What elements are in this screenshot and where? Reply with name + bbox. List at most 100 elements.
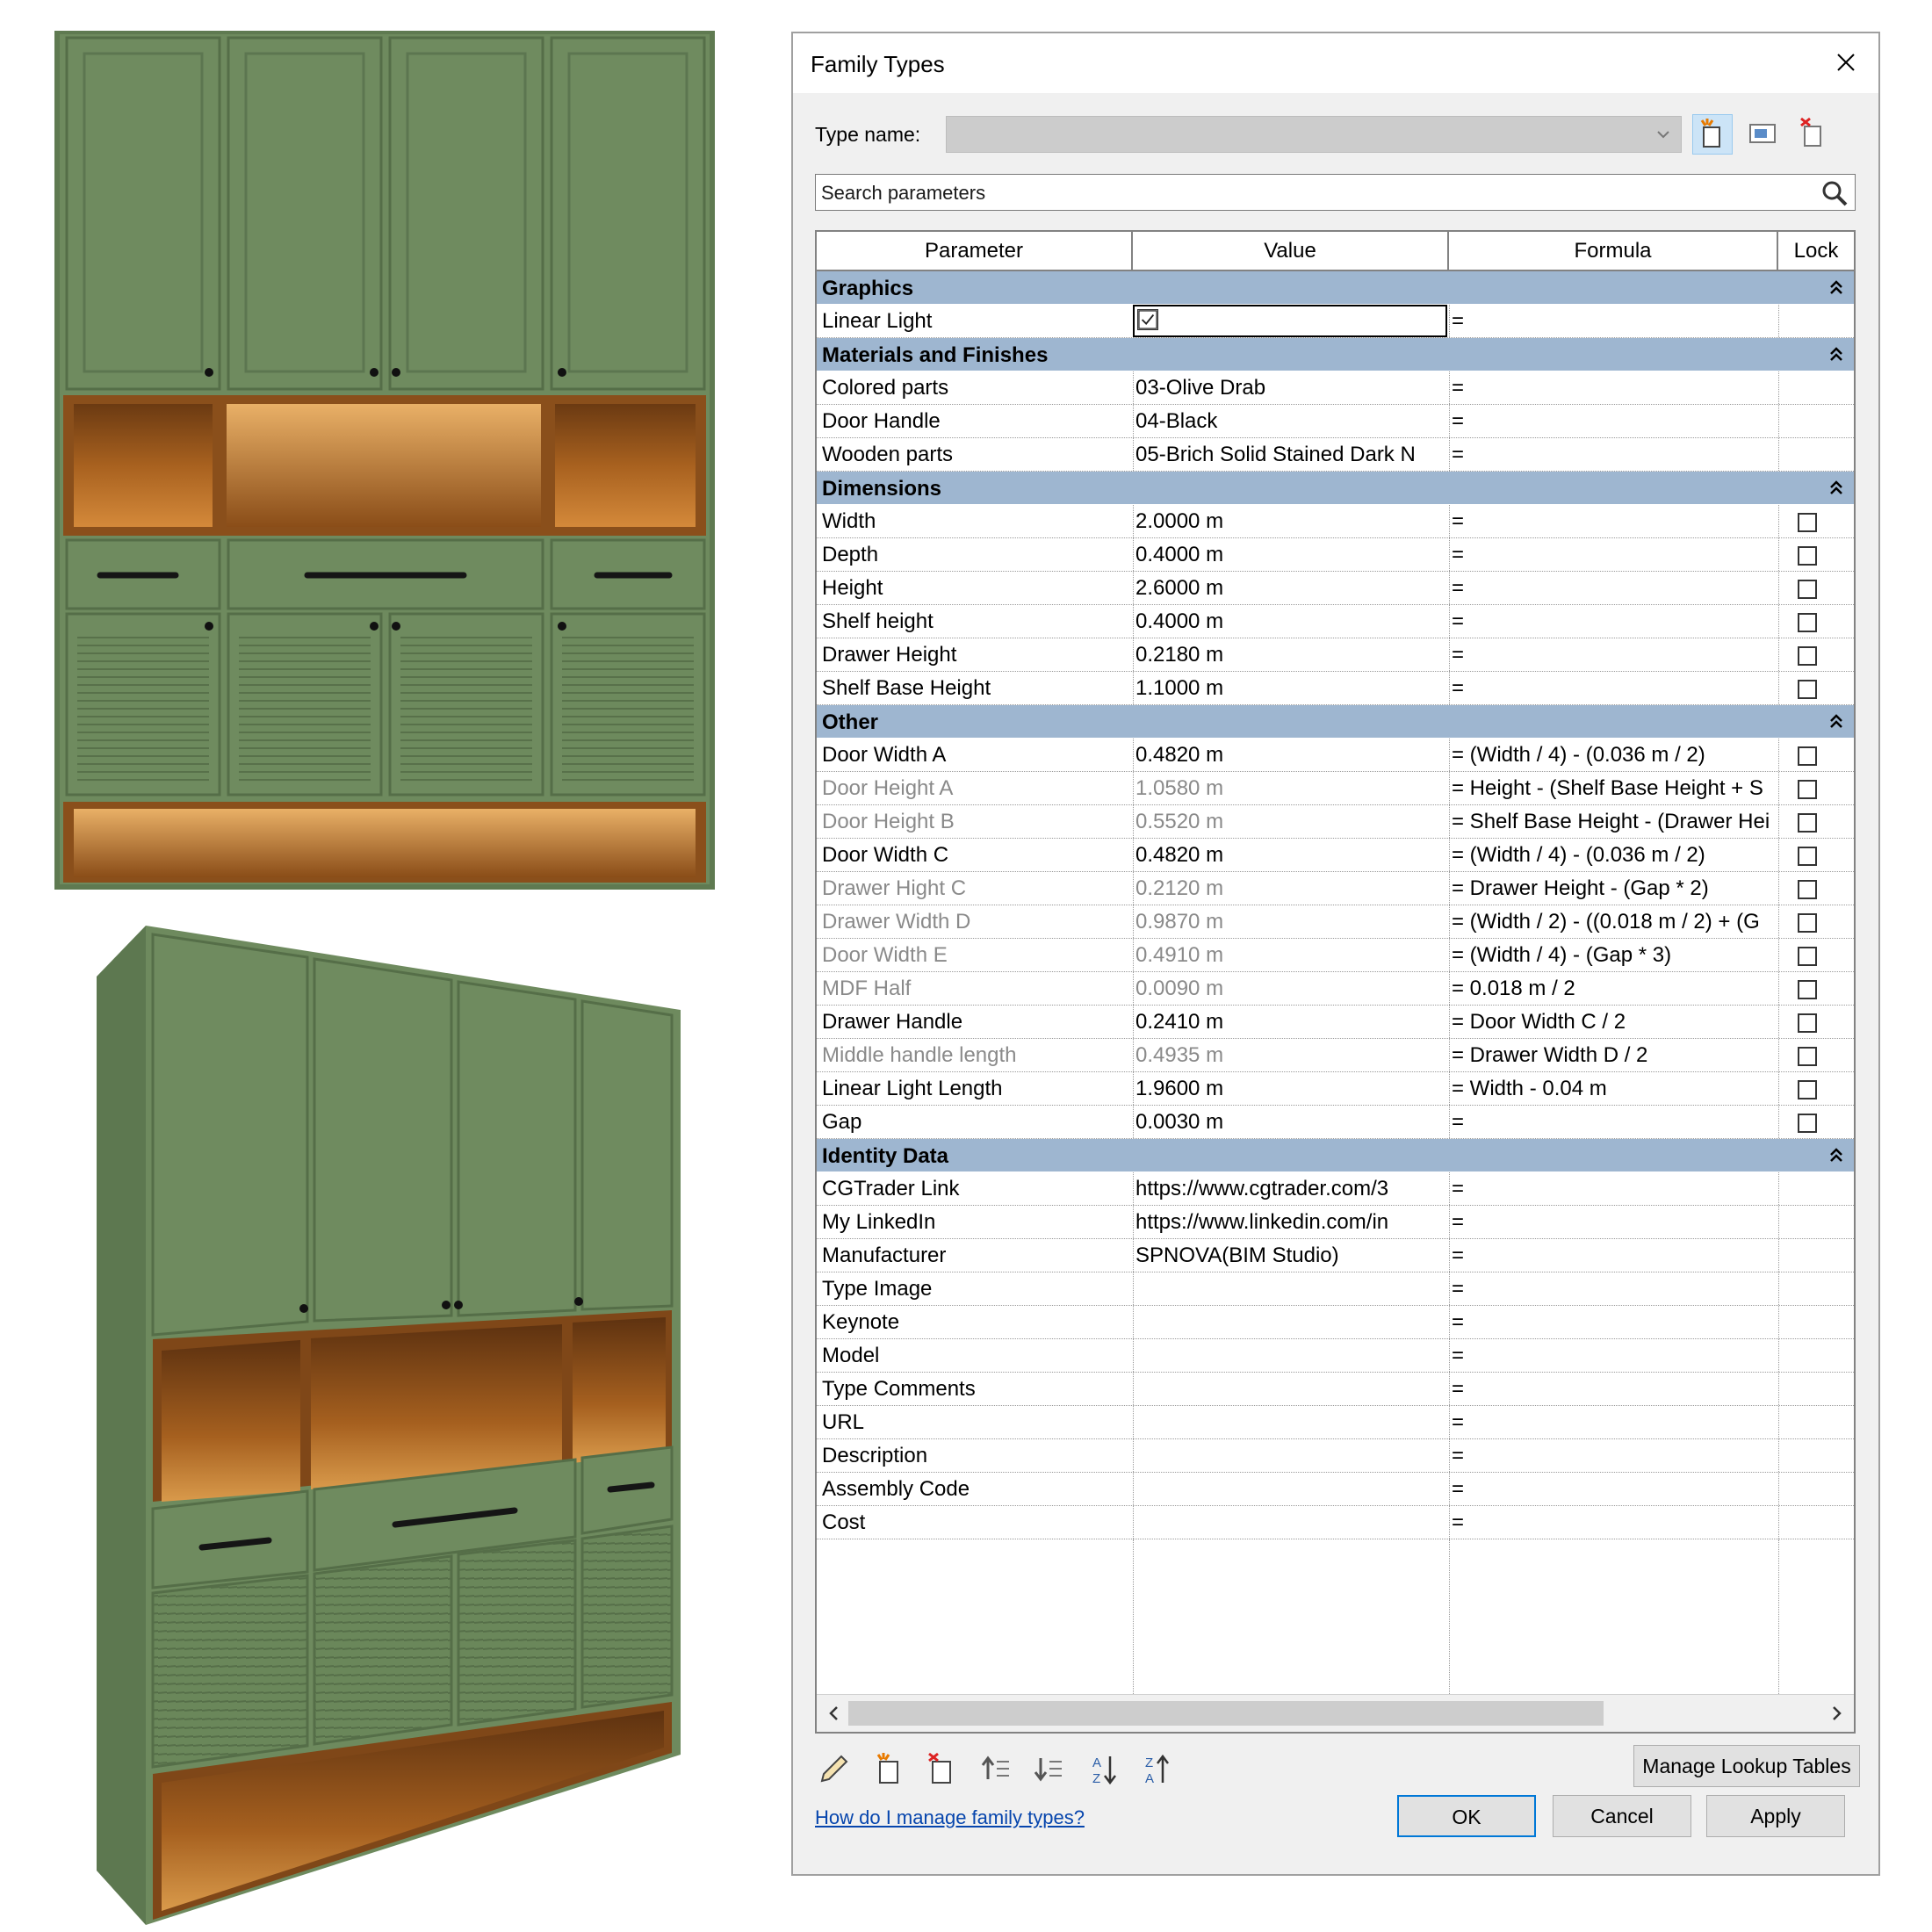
parameter-row[interactable]: Door Width E 0.4910 m = (Width / 4) - (Gap… [817, 939, 1854, 972]
parameter-row[interactable]: MDF Half 0.0090 m = 0.018 m / 2 [817, 972, 1854, 1006]
lock-checkbox[interactable] [1798, 1047, 1817, 1066]
help-link[interactable]: How do I manage family types? [815, 1806, 1085, 1829]
group-header[interactable]: Dimensions [817, 472, 1854, 505]
parameter-row[interactable]: Type Comments = [817, 1373, 1854, 1406]
parameter-formula[interactable]: = Door Width C / 2 [1452, 1006, 1778, 1038]
parameter-formula[interactable]: = [1452, 638, 1778, 671]
parameter-value[interactable]: 0.2410 m [1135, 1006, 1453, 1038]
group-header[interactable]: Graphics [817, 271, 1854, 305]
lock-checkbox[interactable] [1798, 746, 1817, 766]
ok-button[interactable]: OK [1397, 1795, 1536, 1837]
lock-checkbox[interactable] [1798, 513, 1817, 532]
parameter-row[interactable]: Drawer Handle 0.2410 m = Door Width C / 2 [817, 1006, 1854, 1039]
parameter-value[interactable]: 0.0090 m [1135, 972, 1453, 1005]
parameter-value[interactable] [1135, 1506, 1453, 1539]
parameter-row[interactable]: My LinkedIn https://www.linkedin.com/in = [817, 1206, 1854, 1239]
parameter-formula[interactable]: = [1452, 605, 1778, 638]
collapse-icon[interactable] [1827, 1146, 1845, 1165]
parameter-row[interactable]: Linear Light Length 1.9600 m = Width - 0.0… [817, 1072, 1854, 1106]
parameter-formula[interactable]: = [1452, 1272, 1778, 1305]
lock-checkbox[interactable] [1798, 947, 1817, 966]
parameter-row[interactable]: Height 2.6000 m = [817, 572, 1854, 605]
parameter-value[interactable]: 04-Black [1135, 405, 1453, 437]
lock-checkbox[interactable] [1798, 847, 1817, 866]
parameter-row[interactable]: Model = [817, 1339, 1854, 1373]
parameter-row[interactable]: Depth 0.4000 m = [817, 538, 1854, 572]
parameter-row[interactable]: URL = [817, 1406, 1854, 1439]
parameter-value[interactable]: https://www.linkedin.com/in [1135, 1206, 1453, 1238]
parameter-row[interactable]: Shelf height 0.4000 m = [817, 605, 1854, 638]
new-parameter-button[interactable] [869, 1749, 908, 1788]
delete-type-button[interactable] [1794, 114, 1835, 155]
parameter-value[interactable]: SPNOVA(BIM Studio) [1135, 1239, 1453, 1272]
lock-checkbox[interactable] [1798, 580, 1817, 599]
parameter-row[interactable]: Gap 0.0030 m = [817, 1106, 1854, 1139]
parameter-formula[interactable]: = [1452, 371, 1778, 404]
parameter-row[interactable]: Middle handle length 0.4935 m = Drawer Wid… [817, 1039, 1854, 1072]
close-button[interactable] [1826, 42, 1866, 83]
parameter-value[interactable]: https://www.cgtrader.com/3 [1135, 1172, 1453, 1205]
parameter-formula[interactable]: = [1452, 1473, 1778, 1505]
parameter-value[interactable] [1135, 1272, 1453, 1305]
parameter-formula[interactable]: = [1452, 1506, 1778, 1539]
lock-checkbox[interactable] [1798, 780, 1817, 799]
parameter-formula[interactable]: = (Width / 2) - ((0.018 m / 2) + (G [1452, 905, 1778, 938]
parameter-row[interactable]: Drawer Height 0.2180 m = [817, 638, 1854, 672]
parameter-formula[interactable]: = [1452, 305, 1778, 337]
apply-button[interactable]: Apply [1706, 1795, 1845, 1837]
edit-parameter-button[interactable] [815, 1749, 854, 1788]
parameter-value[interactable]: 0.4935 m [1135, 1039, 1453, 1071]
parameter-formula[interactable]: = (Width / 4) - (0.036 m / 2) [1452, 739, 1778, 771]
collapse-icon[interactable] [1827, 712, 1845, 732]
parameter-formula[interactable]: = (Width / 4) - (0.036 m / 2) [1452, 839, 1778, 871]
checkbox-checked-icon[interactable] [1137, 309, 1158, 330]
sort-descending-button[interactable]: Z A [1138, 1749, 1177, 1788]
parameter-value[interactable]: 2.6000 m [1135, 572, 1453, 604]
parameter-value[interactable]: 0.0030 m [1135, 1106, 1453, 1138]
parameter-row[interactable]: Description = [817, 1439, 1854, 1473]
group-header[interactable]: Identity Data [817, 1139, 1854, 1172]
parameter-value[interactable]: 0.2180 m [1135, 638, 1453, 671]
parameter-row[interactable]: Keynote = [817, 1306, 1854, 1339]
parameter-formula[interactable]: = 0.018 m / 2 [1452, 972, 1778, 1005]
lock-checkbox[interactable] [1798, 913, 1817, 933]
parameter-formula[interactable]: = Shelf Base Height - (Drawer Hei [1452, 805, 1778, 838]
manage-lookup-tables-button[interactable]: Manage Lookup Tables [1633, 1745, 1860, 1787]
parameter-formula[interactable]: = [1452, 1106, 1778, 1138]
parameter-formula[interactable]: = Height - (Shelf Base Height + S [1452, 772, 1778, 804]
parameter-formula[interactable]: = (Width / 4) - (Gap * 3) [1452, 939, 1778, 971]
parameter-row[interactable]: Drawer Width D 0.9870 m = (Width / 2) - ((… [817, 905, 1854, 939]
parameter-value[interactable]: 1.1000 m [1135, 672, 1453, 704]
parameter-value-checkbox-cell[interactable] [1133, 305, 1447, 337]
lock-checkbox[interactable] [1798, 646, 1817, 666]
cancel-button[interactable]: Cancel [1553, 1795, 1691, 1837]
parameter-row[interactable]: Door Height A 1.0580 m = Height - (Shelf B… [817, 772, 1854, 805]
parameter-row[interactable]: Assembly Code = [817, 1473, 1854, 1506]
collapse-icon[interactable] [1827, 278, 1845, 298]
lock-checkbox[interactable] [1798, 1080, 1817, 1099]
parameter-formula[interactable]: = [1452, 672, 1778, 704]
parameter-formula[interactable]: = [1452, 1373, 1778, 1405]
parameter-row[interactable]: Drawer Hight C 0.2120 m = Drawer Height - … [817, 872, 1854, 905]
search-input[interactable] [819, 178, 1806, 208]
group-header[interactable]: Materials and Finishes [817, 338, 1854, 371]
parameter-row[interactable]: Linear Light = [817, 305, 1854, 338]
parameter-formula[interactable]: = [1452, 1306, 1778, 1338]
group-header[interactable]: Other [817, 705, 1854, 739]
move-up-button[interactable] [977, 1749, 1016, 1788]
parameter-value[interactable]: 0.4910 m [1135, 939, 1453, 971]
parameter-value[interactable]: 2.0000 m [1135, 505, 1453, 537]
parameter-value[interactable]: 1.0580 m [1135, 772, 1453, 804]
delete-parameter-button[interactable] [922, 1749, 961, 1788]
parameter-row[interactable]: Door Width C 0.4820 m = (Width / 4) - (0.0… [817, 839, 1854, 872]
scroll-right-icon[interactable] [1826, 1702, 1847, 1725]
parameter-value[interactable] [1135, 1306, 1453, 1338]
parameter-formula[interactable]: = [1452, 1206, 1778, 1238]
parameter-value[interactable]: 0.4000 m [1135, 605, 1453, 638]
parameter-row[interactable]: Colored parts 03-Olive Drab = [817, 371, 1854, 405]
parameter-formula[interactable]: = Drawer Height - (Gap * 2) [1452, 872, 1778, 905]
parameter-row[interactable]: Door Width A 0.4820 m = (Width / 4) - (0.0… [817, 739, 1854, 772]
parameter-row[interactable]: Type Image = [817, 1272, 1854, 1306]
sort-ascending-button[interactable]: A Z [1085, 1749, 1124, 1788]
parameter-formula[interactable]: = Width - 0.04 m [1452, 1072, 1778, 1105]
